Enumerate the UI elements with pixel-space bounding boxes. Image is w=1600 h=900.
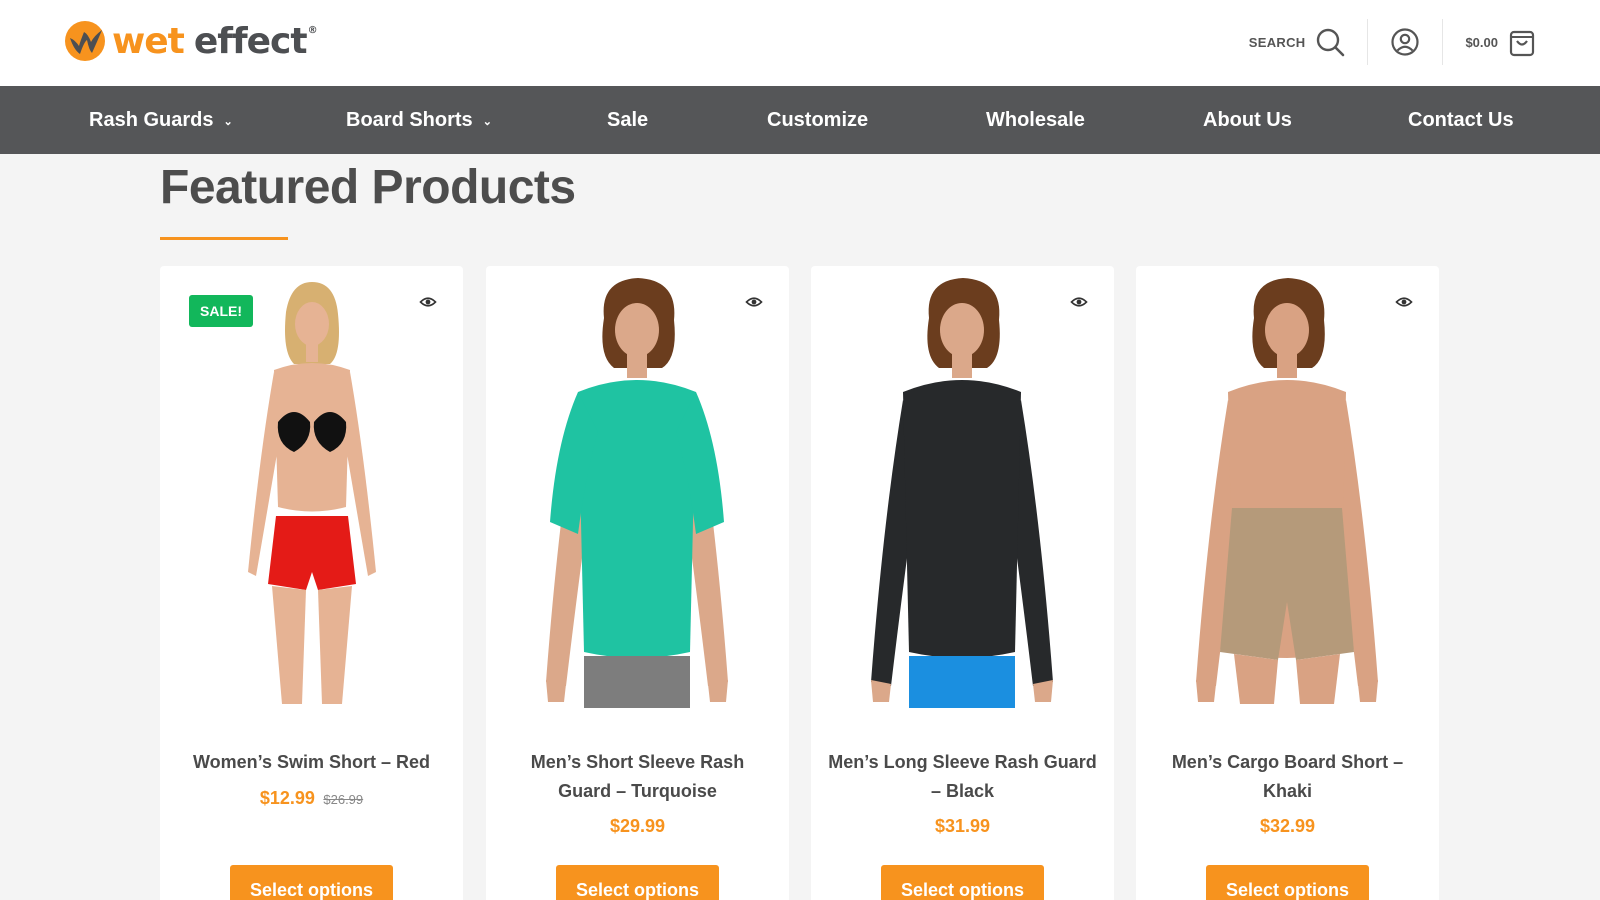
logo-mark-icon <box>65 21 105 61</box>
price-row: $31.99 <box>811 816 1114 837</box>
quick-view-eye-icon[interactable] <box>745 293 763 311</box>
neck <box>952 352 972 378</box>
product-price: $12.99 <box>259 788 315 808</box>
product-card[interactable]: SALE! Women’s Swim Short – Red $12.99 $2… <box>160 266 463 900</box>
search-label: SEARCH <box>1248 34 1306 50</box>
price-row: $29.99 <box>486 816 789 837</box>
product-price: $31.99 <box>934 816 991 836</box>
nav-label: Contact Us <box>1408 108 1514 131</box>
shopping-bag-icon <box>1509 30 1535 57</box>
chevron-down-icon: ⌄ <box>223 115 233 128</box>
product-image[interactable] <box>486 272 789 708</box>
select-options-button[interactable]: Select options <box>881 865 1044 900</box>
title-underline <box>160 237 288 240</box>
product-price: $32.99 <box>1259 816 1316 836</box>
head <box>615 303 659 357</box>
sale-badge: SALE! <box>189 295 253 327</box>
right-leg <box>1296 654 1340 704</box>
left-leg <box>1234 654 1278 704</box>
product-card[interactable]: Men’s Long Sleeve Rash Guard – Black $31… <box>811 266 1114 900</box>
torso <box>578 380 696 658</box>
search-button[interactable]: SEARCH <box>1249 27 1346 57</box>
header-actions: SEARCH $0.00 <box>1249 18 1536 66</box>
product-image[interactable] <box>160 272 463 708</box>
logo-word-effect: effect <box>193 20 308 62</box>
shorts <box>909 656 1015 708</box>
brand-logo[interactable]: wet effect® <box>64 18 318 64</box>
quick-view-eye-icon[interactable] <box>1395 293 1413 311</box>
logo-word-wet: wet <box>112 20 185 62</box>
nav-item-contact-us[interactable]: Contact Us <box>1408 86 1514 154</box>
site-header: wet effect® SEARCH $0.00 <box>0 0 1600 86</box>
cart-total: $0.00 <box>1465 34 1498 50</box>
header-divider <box>1442 19 1444 65</box>
registered-mark: ® <box>307 24 318 36</box>
nav-label: About Us <box>1203 108 1292 131</box>
original-price: $26.99 <box>323 792 364 807</box>
nav-item-about-us[interactable]: About Us <box>1203 86 1292 154</box>
price-row: $12.99 $26.99 <box>160 788 463 809</box>
select-options-button[interactable]: Select options <box>556 865 719 900</box>
head <box>940 303 984 357</box>
logo-wordmark: wet effect® <box>112 20 318 62</box>
neck <box>306 342 318 362</box>
shorts <box>584 656 690 708</box>
right-leg <box>318 586 352 704</box>
user-circle-icon[interactable] <box>1390 27 1420 57</box>
product-name[interactable]: Men’s Short Sleeve Rash Guard – Turquois… <box>502 748 773 806</box>
quick-view-eye-icon[interactable] <box>419 293 437 311</box>
product-name[interactable]: Men’s Cargo Board Short – Khaki <box>1152 748 1423 806</box>
product-image[interactable] <box>1136 272 1439 708</box>
nav-item-customize[interactable]: Customize <box>767 86 868 154</box>
product-price: $29.99 <box>609 816 666 836</box>
search-icon <box>1317 28 1345 57</box>
product-card[interactable]: Men’s Cargo Board Short – Khaki $32.99 S… <box>1136 266 1439 900</box>
head <box>1265 303 1309 357</box>
nav-item-board-shorts[interactable]: Board Shorts ⌄ <box>346 86 492 154</box>
torso <box>903 380 1021 658</box>
select-options-button[interactable]: Select options <box>230 865 393 900</box>
cart-button[interactable]: $0.00 <box>1465 27 1536 57</box>
nav-label: Wholesale <box>986 108 1085 131</box>
swim-short <box>268 516 356 590</box>
product-name[interactable]: Women’s Swim Short – Red <box>176 748 447 777</box>
product-image[interactable] <box>811 272 1114 708</box>
chevron-down-icon: ⌄ <box>482 115 492 128</box>
section-title: Featured Products <box>160 161 576 214</box>
price-row: $32.99 <box>1136 816 1439 837</box>
header-divider <box>1367 19 1369 65</box>
product-name[interactable]: Men’s Long Sleeve Rash Guard – Black <box>827 748 1098 806</box>
main-nav: Rash Guards ⌄ Board Shorts ⌄ Sale Custom… <box>0 86 1600 154</box>
nav-label: Sale <box>607 108 649 131</box>
nav-label: Customize <box>767 108 869 131</box>
nav-item-sale[interactable]: Sale <box>607 86 648 154</box>
neck <box>1277 352 1297 378</box>
select-options-button[interactable]: Select options <box>1206 865 1369 900</box>
nav-label: Board Shorts <box>346 108 473 131</box>
quick-view-eye-icon[interactable] <box>1070 293 1088 311</box>
head <box>295 302 329 346</box>
nav-item-wholesale[interactable]: Wholesale <box>986 86 1085 154</box>
left-leg <box>272 586 306 704</box>
nav-item-rash-guards[interactable]: Rash Guards ⌄ <box>89 86 233 154</box>
neck <box>627 352 647 378</box>
product-card[interactable]: Men’s Short Sleeve Rash Guard – Turquois… <box>486 266 789 900</box>
nav-label: Rash Guards <box>89 108 214 131</box>
